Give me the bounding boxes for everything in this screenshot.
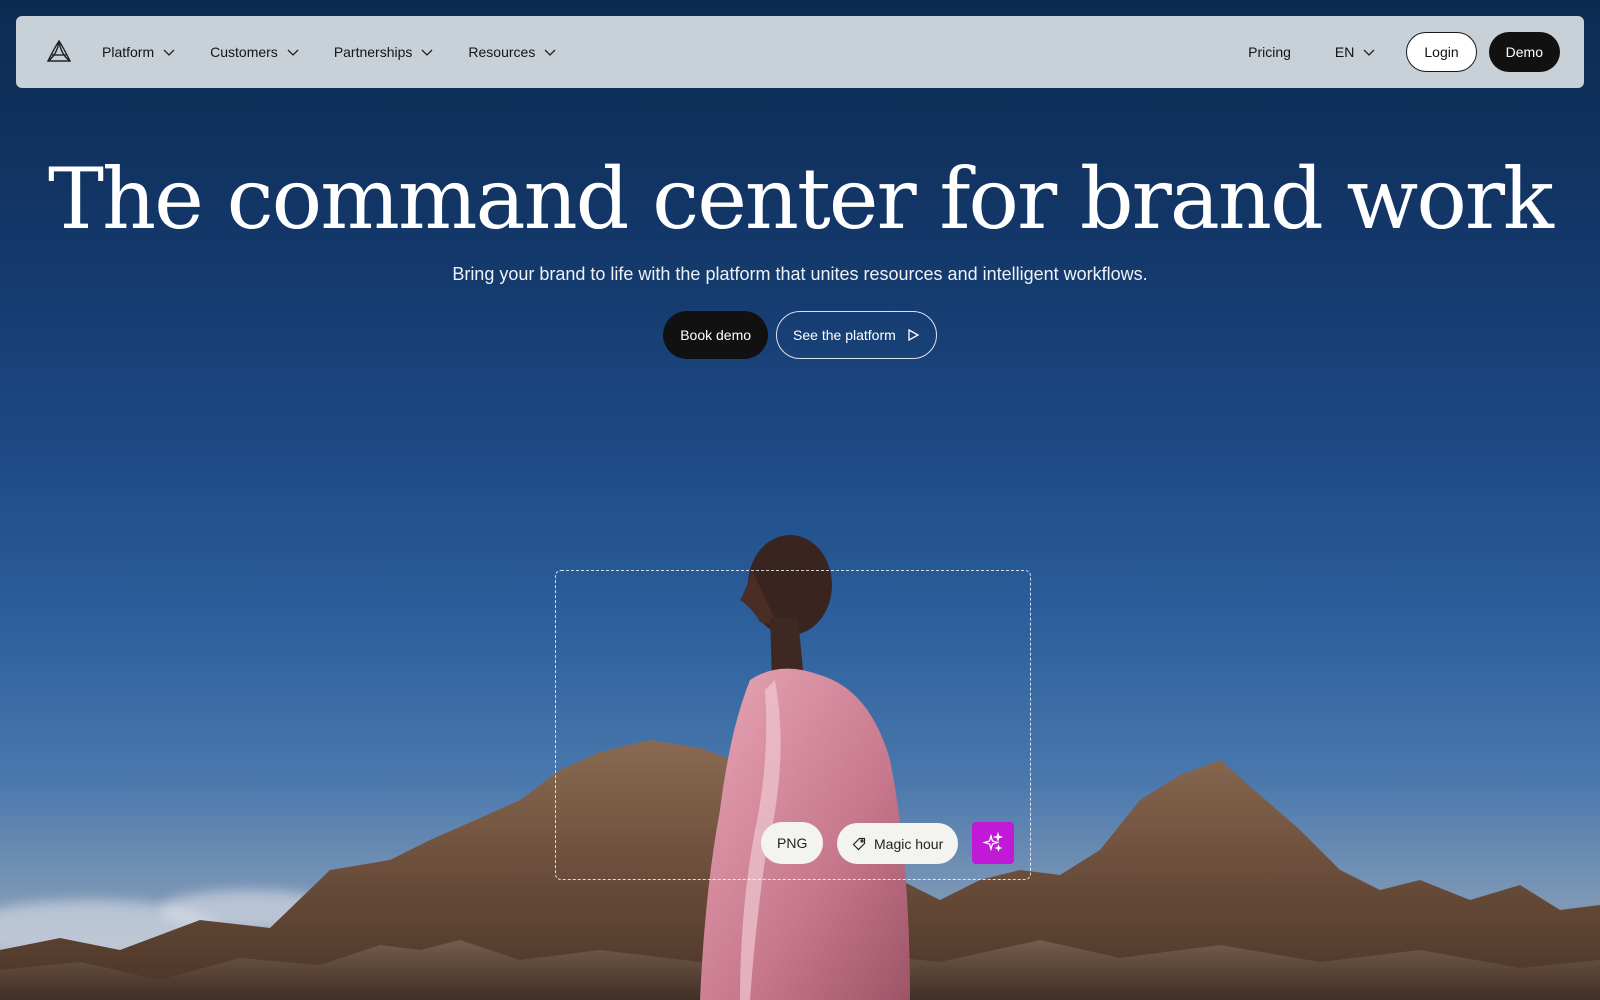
login-button[interactable]: Login <box>1406 32 1477 72</box>
top-navigation: Platform Customers Partnerships Resource… <box>16 16 1584 88</box>
book-demo-button[interactable]: Book demo <box>663 311 769 359</box>
pricing-link[interactable]: Pricing <box>1248 44 1291 60</box>
tag-icon <box>852 837 866 850</box>
tag-chip-label: Magic hour <box>874 835 944 852</box>
tag-chip[interactable]: Magic hour <box>837 823 959 864</box>
language-selector[interactable]: EN <box>1335 44 1376 60</box>
chevron-down-icon <box>1363 49 1375 56</box>
nav-item-label: Resources <box>468 44 536 60</box>
chevron-down-icon <box>287 49 299 56</box>
nav-item-label: Partnerships <box>333 44 413 60</box>
chevron-down-icon <box>163 49 175 56</box>
nav-item-customers[interactable]: Customers <box>210 44 300 60</box>
see-platform-button[interactable]: See the platform <box>776 311 937 359</box>
nav-item-platform[interactable]: Platform <box>102 44 176 60</box>
language-label: EN <box>1334 44 1355 60</box>
nav-item-label: Platform <box>102 44 155 60</box>
chevron-down-icon <box>421 49 433 56</box>
nav-item-partnerships[interactable]: Partnerships <box>334 44 435 60</box>
demo-button[interactable]: Demo <box>1488 32 1560 72</box>
brand-logo-icon[interactable] <box>46 39 72 65</box>
format-chip[interactable]: PNG <box>761 822 824 864</box>
hero-title: The command center for brand work <box>48 150 1554 248</box>
nav-item-resources[interactable]: Resources <box>468 44 557 60</box>
play-icon <box>908 328 920 342</box>
sparkles-icon <box>982 832 1004 853</box>
hero-cta-group: Book demo See the platform <box>0 311 1600 359</box>
ai-sparkles-button[interactable] <box>972 822 1014 864</box>
hero-subtitle: Bring your brand to life with the platfo… <box>452 264 1148 284</box>
chevron-down-icon <box>544 49 556 56</box>
nav-item-label: Customers <box>210 44 278 60</box>
see-platform-label: See the platform <box>793 327 896 343</box>
